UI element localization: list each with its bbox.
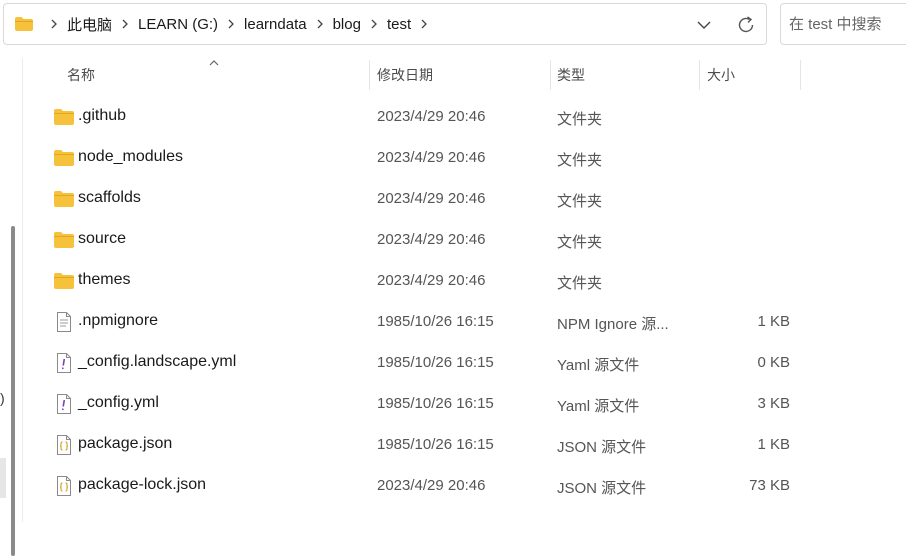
chevron-right-icon[interactable] xyxy=(362,18,386,30)
file-type: 文件夹 xyxy=(557,275,603,292)
search-input[interactable] xyxy=(789,14,906,34)
column-name[interactable]: 名称 xyxy=(24,58,369,92)
breadcrumb-item-learndata[interactable]: learndata xyxy=(243,16,308,33)
file-type: 文件夹 xyxy=(557,193,603,210)
refresh-icon[interactable] xyxy=(734,14,758,36)
column-size-label: 大小 xyxy=(707,67,735,83)
folder-icon xyxy=(53,270,75,292)
chevron-right-icon[interactable] xyxy=(412,18,436,30)
column-size[interactable]: 大小 xyxy=(700,58,800,92)
file-modified: 2023/4/29 20:46 xyxy=(377,149,486,166)
file-modified: 2023/4/29 20:46 xyxy=(377,108,486,125)
file-row[interactable]: node_modules 2023/4/29 20:46 文件夹 xyxy=(24,137,906,178)
column-name-label: 名称 xyxy=(67,67,95,83)
breadcrumb-item-test[interactable]: test xyxy=(386,16,412,33)
chevron-right-icon[interactable] xyxy=(308,18,332,30)
file-row[interactable]: .github 2023/4/29 20:46 文件夹 xyxy=(24,96,906,137)
file-size: 0 KB xyxy=(757,354,790,371)
file-name: .npmignore xyxy=(78,312,159,329)
file-type: NPM Ignore 源... xyxy=(557,316,669,333)
file-type: JSON 源文件 xyxy=(557,480,647,497)
column-modified[interactable]: 修改日期 xyxy=(370,58,550,92)
file-name: scaffolds xyxy=(78,189,141,206)
file-name: _config.yml xyxy=(78,394,159,411)
file-name: _config.landscape.yml xyxy=(78,353,237,370)
folder-icon xyxy=(53,106,75,128)
file-row[interactable]: scaffolds 2023/4/29 20:46 文件夹 xyxy=(24,178,906,219)
chevron-right-icon[interactable] xyxy=(42,18,66,30)
chevron-right-icon[interactable] xyxy=(219,18,243,30)
yaml-file-icon xyxy=(53,352,75,374)
file-name: themes xyxy=(78,271,131,288)
chevron-right-icon[interactable] xyxy=(113,18,137,30)
file-type: Yaml 源文件 xyxy=(557,357,640,374)
file-row[interactable]: package-lock.json 2023/4/29 20:46 JSON 源… xyxy=(24,465,906,506)
breadcrumb-item-drive[interactable]: LEARN (G:) xyxy=(137,16,219,33)
file-type: Yaml 源文件 xyxy=(557,398,640,415)
search-box[interactable] xyxy=(780,3,906,45)
file-modified: 2023/4/29 20:46 xyxy=(377,272,486,289)
folder-icon xyxy=(53,188,75,210)
json-file-icon xyxy=(53,434,75,456)
file-size: 1 KB xyxy=(757,313,790,330)
column-type[interactable]: 类型 xyxy=(551,58,699,92)
breadcrumb-item-this-pc[interactable]: 此电脑 xyxy=(66,14,113,35)
folder-icon xyxy=(53,229,75,251)
file-name: node_modules xyxy=(78,148,183,165)
chevron-down-icon[interactable] xyxy=(692,16,716,34)
yaml-file-icon xyxy=(53,393,75,415)
file-name: package.json xyxy=(78,435,173,452)
file-modified: 1985/10/26 16:15 xyxy=(377,313,494,330)
file-name: package-lock.json xyxy=(78,476,207,493)
nav-pane-clipped-text: ) xyxy=(0,390,5,406)
file-size: 1 KB xyxy=(757,436,790,453)
breadcrumb-item-blog[interactable]: blog xyxy=(332,16,362,33)
file-row[interactable]: themes 2023/4/29 20:46 文件夹 xyxy=(24,260,906,301)
column-type-label: 类型 xyxy=(557,67,585,83)
column-header: 名称 修改日期 类型 大小 xyxy=(24,58,906,92)
file-modified: 1985/10/26 16:15 xyxy=(377,395,494,412)
file-type: JSON 源文件 xyxy=(557,439,647,456)
column-modified-label: 修改日期 xyxy=(377,67,433,83)
file-type: 文件夹 xyxy=(557,234,603,251)
file-modified: 2023/4/29 20:46 xyxy=(377,231,486,248)
scrollbar-thumb[interactable] xyxy=(11,226,15,556)
nav-pane-scrollbar[interactable] xyxy=(0,58,23,556)
file-row[interactable]: source 2023/4/29 20:46 文件夹 xyxy=(24,219,906,260)
file-row[interactable]: _config.yml 1985/10/26 16:15 Yaml 源文件 3 … xyxy=(24,383,906,424)
file-modified: 1985/10/26 16:15 xyxy=(377,436,494,453)
file-row[interactable]: _config.landscape.yml 1985/10/26 16:15 Y… xyxy=(24,342,906,383)
file-type: 文件夹 xyxy=(557,111,603,128)
file-size: 3 KB xyxy=(757,395,790,412)
address-bar[interactable]: 此电脑 LEARN (G:) learndata blog test xyxy=(3,3,767,45)
file-row[interactable]: .npmignore 1985/10/26 16:15 NPM Ignore 源… xyxy=(24,301,906,342)
file-type: 文件夹 xyxy=(557,152,603,169)
text-file-icon xyxy=(53,311,75,333)
column-divider[interactable] xyxy=(800,60,801,90)
file-name: source xyxy=(78,230,127,247)
json-file-icon xyxy=(53,475,75,497)
file-size: 73 KB xyxy=(749,477,790,494)
folder-icon xyxy=(14,16,34,36)
file-modified: 2023/4/29 20:46 xyxy=(377,190,486,207)
file-modified: 1985/10/26 16:15 xyxy=(377,354,494,371)
folder-icon xyxy=(53,147,75,169)
file-modified: 2023/4/29 20:46 xyxy=(377,477,486,494)
breadcrumb: 此电脑 LEARN (G:) learndata blog test xyxy=(42,4,436,44)
file-name: .github xyxy=(78,107,127,124)
file-list: .github 2023/4/29 20:46 文件夹 node_modules… xyxy=(24,96,906,506)
file-row[interactable]: package.json 1985/10/26 16:15 JSON 源文件 1… xyxy=(24,424,906,465)
nav-pane-selected-item[interactable] xyxy=(0,458,6,498)
